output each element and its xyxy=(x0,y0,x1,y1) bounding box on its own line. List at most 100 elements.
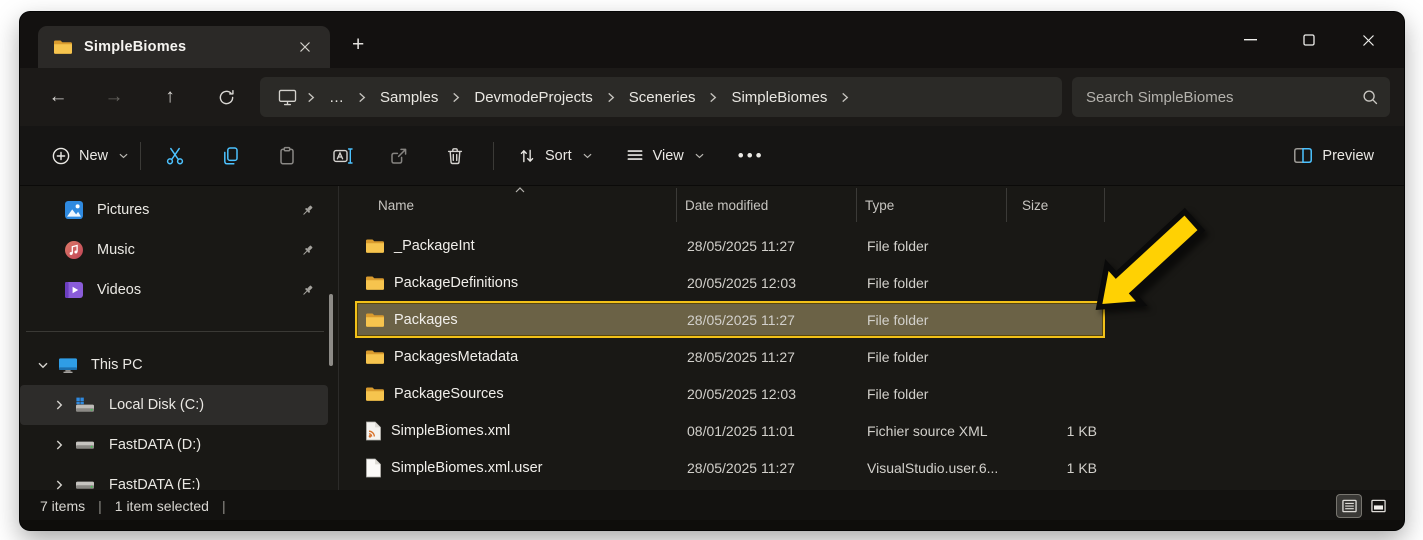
file-type: VisualStudio.user.6... xyxy=(867,459,999,476)
chevron-collapsed-icon[interactable] xyxy=(44,480,74,490)
file-type: File folder xyxy=(867,385,929,402)
drive-icon xyxy=(74,477,96,490)
sidebar-item-fastdata-d[interactable]: FastDATA (D:) xyxy=(20,425,328,465)
cut-icon[interactable] xyxy=(155,138,195,174)
tab-bar: SimpleBiomes + xyxy=(20,12,1404,68)
minimize-icon[interactable] xyxy=(1240,30,1260,50)
search-box[interactable] xyxy=(1072,77,1390,117)
sidebar-item-local-disk-c[interactable]: Local Disk (C:) xyxy=(20,385,328,425)
videos-icon xyxy=(64,280,84,300)
status-separator: | xyxy=(98,497,102,514)
this-pc-icon[interactable] xyxy=(270,89,305,106)
file-type: File folder xyxy=(867,348,929,365)
command-toolbar: New Sort View ••• Preview xyxy=(20,126,1404,186)
close-icon[interactable] xyxy=(1358,30,1378,50)
sidebar-item-fastdata-e[interactable]: FastDATA (E:) xyxy=(20,465,328,490)
new-button[interactable]: New xyxy=(42,139,138,173)
file-row-packagedefinitions[interactable]: PackageDefinitions 20/05/2025 12:03 File… xyxy=(355,264,1105,301)
sort-ascending-icon xyxy=(515,187,525,193)
large-icons-view-icon[interactable] xyxy=(1366,495,1390,517)
folder-icon xyxy=(53,39,73,55)
up-icon[interactable]: ↑ xyxy=(148,77,192,117)
copy-icon[interactable] xyxy=(211,138,251,174)
file-name: PackagesMetadata xyxy=(394,348,519,365)
new-button-label: New xyxy=(79,147,109,164)
file-row-packages-selected[interactable]: Packages 28/05/2025 11:27 File folder xyxy=(355,301,1105,338)
sidebar-item-pictures[interactable]: Pictures xyxy=(20,190,328,230)
chevron-down-icon xyxy=(119,153,128,159)
sidebar-scrollbar[interactable] xyxy=(329,294,333,366)
view-toggles xyxy=(1337,494,1390,517)
sort-button-label: Sort xyxy=(545,147,572,164)
file-row-simplebiomes-xml-user[interactable]: SimpleBiomes.xml.user 28/05/2025 11:27 V… xyxy=(355,449,1105,486)
chevron-expanded-icon[interactable] xyxy=(28,362,58,369)
breadcrumb-item-devmodeprojects[interactable]: DevmodeProjects xyxy=(462,84,604,111)
pin-icon xyxy=(301,204,314,217)
sort-arrows-icon xyxy=(518,147,536,165)
chevron-down-icon xyxy=(695,153,704,159)
chevron-collapsed-icon[interactable] xyxy=(44,400,74,410)
file-date: 28/05/2025 11:27 xyxy=(687,311,795,328)
sidebar-item-videos[interactable]: Videos xyxy=(20,270,328,310)
file-row-packagesmetadata[interactable]: PackagesMetadata 28/05/2025 11:27 File f… xyxy=(355,338,1105,375)
preview-pane-icon xyxy=(1293,147,1313,164)
file-row-packageint[interactable]: _PackageInt 28/05/2025 11:27 File folder xyxy=(355,227,1105,264)
column-header-name[interactable]: Name xyxy=(355,188,677,222)
breadcrumb[interactable]: … Samples DevmodeProjects Sceneries Simp… xyxy=(260,77,1062,117)
preview-button-label: Preview xyxy=(1322,147,1374,164)
file-date: 28/05/2025 11:27 xyxy=(687,237,795,254)
music-icon xyxy=(64,240,84,260)
file-name: Packages xyxy=(394,311,458,328)
file-row-packagesources[interactable]: PackageSources 20/05/2025 12:03 File fol… xyxy=(355,375,1105,412)
file-size: 1 KB xyxy=(1066,459,1097,476)
refresh-icon[interactable] xyxy=(204,77,248,117)
pictures-icon xyxy=(64,200,84,220)
chevron-right-icon xyxy=(839,92,851,103)
rename-icon[interactable] xyxy=(323,138,363,174)
file-row-simplebiomes-xml[interactable]: SimpleBiomes.xml 08/01/2025 11:01 Fichie… xyxy=(355,412,1105,449)
plus-circle-icon xyxy=(52,147,70,165)
xml-file-icon xyxy=(365,421,382,441)
view-button[interactable]: View xyxy=(616,140,714,172)
forward-icon[interactable]: → xyxy=(92,77,136,117)
file-name: _PackageInt xyxy=(394,237,475,254)
folder-icon xyxy=(365,312,385,328)
tab-close-icon[interactable] xyxy=(292,34,318,60)
search-input[interactable] xyxy=(1086,88,1362,106)
sidebar-item-label: Videos xyxy=(97,282,142,298)
new-tab-button[interactable]: + xyxy=(352,34,364,55)
breadcrumb-item-samples[interactable]: Samples xyxy=(368,84,450,111)
column-header-label: Size xyxy=(1022,197,1049,213)
breadcrumb-item-ellipsis[interactable]: … xyxy=(317,84,356,111)
breadcrumb-item-sceneries[interactable]: Sceneries xyxy=(617,84,708,111)
view-lines-icon xyxy=(626,148,644,164)
file-size xyxy=(1009,266,1097,299)
sidebar-item-music[interactable]: Music xyxy=(20,230,328,270)
view-button-label: View xyxy=(652,147,684,164)
search-icon[interactable] xyxy=(1362,89,1378,105)
file-name: PackageDefinitions xyxy=(394,274,519,291)
chevron-right-icon xyxy=(605,92,617,103)
preview-button[interactable]: Preview xyxy=(1283,139,1384,172)
file-size xyxy=(1009,340,1097,373)
sort-button[interactable]: Sort xyxy=(508,139,602,173)
file-type: File folder xyxy=(867,274,929,291)
share-icon[interactable] xyxy=(379,138,419,174)
delete-icon[interactable] xyxy=(435,138,475,174)
file-date: 20/05/2025 12:03 xyxy=(687,274,796,291)
back-icon[interactable]: ← xyxy=(36,77,80,117)
file-name: SimpleBiomes.xml.user xyxy=(391,459,543,476)
column-header-date[interactable]: Date modified xyxy=(677,188,857,222)
tab-simplebiomes[interactable]: SimpleBiomes xyxy=(38,26,330,68)
column-header-type[interactable]: Type xyxy=(857,188,1007,222)
paste-icon[interactable] xyxy=(267,138,307,174)
column-header-size[interactable]: Size xyxy=(1007,188,1105,222)
more-options-icon[interactable]: ••• xyxy=(730,146,773,166)
chevron-right-icon xyxy=(305,92,317,103)
sidebar-item-this-pc[interactable]: This PC xyxy=(20,345,328,385)
maximize-icon[interactable] xyxy=(1299,30,1319,50)
details-view-icon[interactable] xyxy=(1337,494,1361,517)
chevron-collapsed-icon[interactable] xyxy=(44,440,74,450)
sidebar-item-label: This PC xyxy=(91,357,143,373)
breadcrumb-item-simplebiomes[interactable]: SimpleBiomes xyxy=(719,84,839,111)
